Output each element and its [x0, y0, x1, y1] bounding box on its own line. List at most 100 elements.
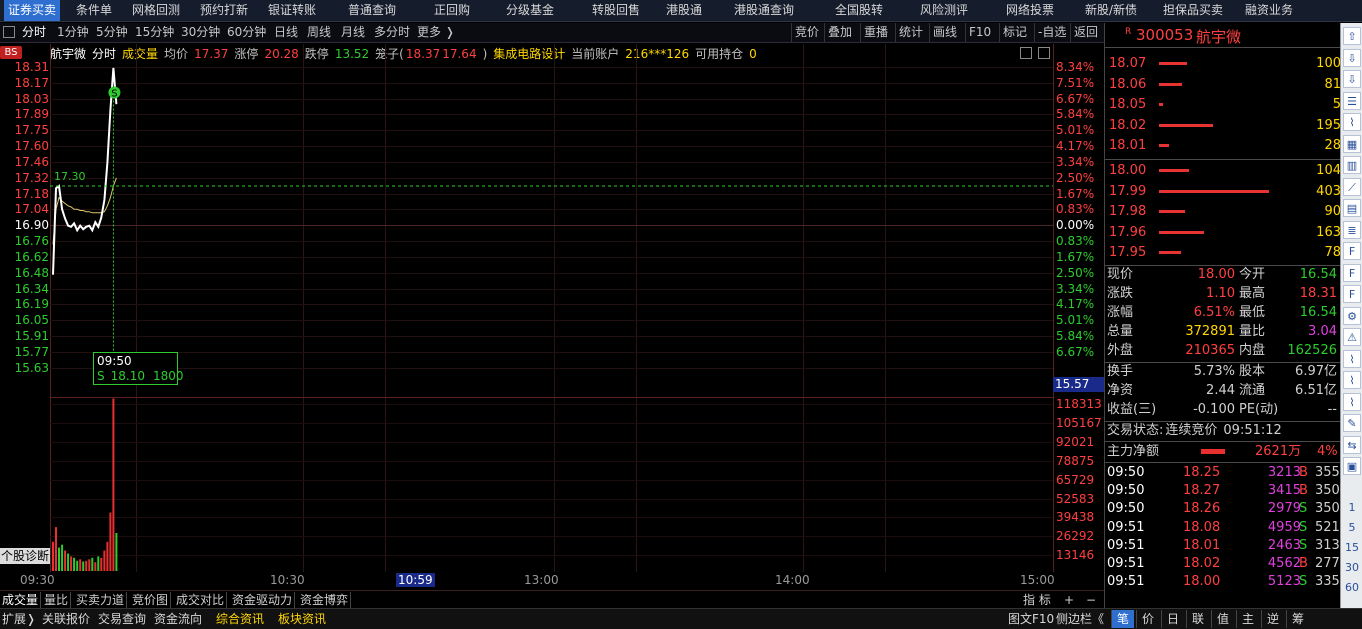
- panel-tab-1[interactable]: 关联报价: [40, 610, 92, 628]
- indicator-tab-4[interactable]: 成交对比: [174, 592, 228, 608]
- up-arrow-icon[interactable]: ⇧: [1343, 27, 1361, 45]
- period-tab-7[interactable]: 周线: [307, 23, 331, 42]
- detail-tab-6[interactable]: 逆: [1261, 610, 1284, 628]
- interval-button[interactable]: 60: [1341, 581, 1362, 594]
- panel-tab-5[interactable]: 板块资讯: [276, 610, 328, 628]
- interval-button[interactable]: 15: [1341, 541, 1362, 554]
- price-tick: 15.91: [14, 329, 49, 344]
- nav-tab-16[interactable]: 融资业务: [1245, 0, 1293, 21]
- panel-toggle-icon[interactable]: [3, 26, 15, 38]
- period-tab-1[interactable]: 1分钟: [57, 23, 89, 42]
- detail-tab-5[interactable]: 主: [1236, 610, 1259, 628]
- period-tab-8[interactable]: 月线: [341, 23, 365, 42]
- interval-button[interactable]: 30: [1341, 561, 1362, 574]
- nav-tab-15[interactable]: 担保品买卖: [1163, 0, 1223, 21]
- line-icon[interactable]: ⟋: [1343, 177, 1361, 196]
- report-icon[interactable]: ≣: [1343, 220, 1361, 239]
- nav-tab-2[interactable]: 网格回测: [132, 0, 180, 21]
- tool-button-8[interactable]: 返回: [1070, 23, 1101, 42]
- indicator-control-0[interactable]: 指 标: [1021, 592, 1053, 608]
- quote-key: 今开: [1239, 267, 1266, 282]
- nav-tab-0[interactable]: 证券买卖: [4, 0, 61, 21]
- interval-button[interactable]: 1: [1341, 501, 1362, 514]
- detail-tab-0[interactable]: 笔: [1111, 610, 1135, 628]
- panel-tab-0[interactable]: 扩展❭: [0, 610, 38, 628]
- chart4-icon[interactable]: ⌇: [1343, 392, 1361, 411]
- period-tab-5[interactable]: 60分钟: [227, 23, 266, 42]
- tool-button-6[interactable]: 标记: [999, 23, 1030, 42]
- nav-tab-9[interactable]: 港股通: [666, 0, 702, 21]
- intraday-chart[interactable]: S: [50, 64, 1053, 572]
- detail-tab-4[interactable]: 值: [1211, 610, 1234, 628]
- grid-icon[interactable]: ▦: [1343, 134, 1361, 153]
- info-up: 20.28: [264, 47, 299, 61]
- panel-tab-2[interactable]: 交易查询: [96, 610, 148, 628]
- indicator-control-1[interactable]: +: [1062, 592, 1076, 608]
- tool-button-7[interactable]: -自选: [1034, 23, 1069, 42]
- n1-icon[interactable]: ▣: [1343, 457, 1361, 475]
- nav-tab-12[interactable]: 风险测评: [920, 0, 968, 21]
- period-tab-9[interactable]: 多分时: [374, 23, 410, 42]
- stock-diagnosis-button[interactable]: 个股诊断: [0, 548, 50, 564]
- period-tab-4[interactable]: 30分钟: [181, 23, 220, 42]
- tool-button-4[interactable]: 画线: [929, 23, 960, 42]
- nav-tab-4[interactable]: 银证转账: [268, 0, 316, 21]
- f8-icon[interactable]: F: [1343, 285, 1361, 303]
- tool-button-0[interactable]: 竞价: [791, 23, 822, 42]
- panel-tab-7[interactable]: 侧边栏《: [1054, 610, 1106, 628]
- candle-icon[interactable]: ▥: [1343, 156, 1361, 174]
- nav-tab-6[interactable]: 正回购: [434, 0, 470, 21]
- nav-tab-1[interactable]: 条件单: [76, 0, 112, 21]
- detail-tab-1[interactable]: 价: [1136, 610, 1159, 628]
- indicator-control-2[interactable]: −: [1084, 592, 1098, 608]
- period-tab-10[interactable]: 更多 ❭: [417, 23, 455, 42]
- close-icon[interactable]: [1038, 47, 1050, 59]
- chart2-icon[interactable]: ⌇: [1343, 349, 1361, 368]
- interval-button[interactable]: 5: [1341, 521, 1362, 534]
- nav-tab-11[interactable]: 全国股转: [835, 0, 883, 21]
- edit-icon[interactable]: ✎: [1343, 414, 1361, 432]
- tool-button-3[interactable]: 统计: [895, 23, 926, 42]
- trade-time: 09:51: [1107, 556, 1145, 571]
- tool-button-2[interactable]: 重播: [860, 23, 891, 42]
- panel-tab-3[interactable]: 资金流向: [152, 610, 204, 628]
- panel-tab-4[interactable]: 综合资讯: [214, 610, 266, 628]
- gear-icon[interactable]: ⚙: [1343, 306, 1361, 325]
- chart3-icon[interactable]: ⌇: [1343, 371, 1361, 389]
- link-icon[interactable]: ⇆: [1343, 435, 1361, 454]
- period-tab-2[interactable]: 5分钟: [96, 23, 128, 42]
- nav-tab-14[interactable]: 新股/新债: [1085, 0, 1137, 21]
- nav-tab-5[interactable]: 普通查询: [348, 0, 396, 21]
- pct-tick: 1.67%: [1056, 186, 1095, 201]
- detail-tab-3[interactable]: 联: [1186, 610, 1209, 628]
- detail-tab-7[interactable]: 筹: [1286, 610, 1309, 628]
- down-arrow-icon[interactable]: ⇩: [1343, 48, 1361, 67]
- tool-button-1[interactable]: 叠加: [824, 23, 855, 42]
- indicator-tab-2[interactable]: 买卖力道: [74, 592, 128, 608]
- indicator-tab-3[interactable]: 竞价图: [130, 592, 172, 608]
- indicator-tab-6[interactable]: 资金博弈: [298, 592, 352, 608]
- nav-tab-8[interactable]: 转股回售: [592, 0, 640, 21]
- period-tab-6[interactable]: 日线: [274, 23, 298, 42]
- chart-icon[interactable]: ⌇: [1343, 113, 1361, 131]
- nav-tab-13[interactable]: 网络投票: [1006, 0, 1054, 21]
- nav-tab-3[interactable]: 预约打新: [200, 0, 248, 21]
- detail-tab-2[interactable]: 日: [1161, 610, 1184, 628]
- indicator-tab-5[interactable]: 资金驱动力: [230, 592, 296, 608]
- tool-button-5[interactable]: F10: [965, 23, 994, 42]
- alert-icon[interactable]: ⚠: [1343, 328, 1361, 346]
- nav-tab-7[interactable]: 分级基金: [506, 0, 554, 21]
- list-icon[interactable]: ☰: [1343, 91, 1361, 110]
- nav-tab-10[interactable]: 港股通查询: [734, 0, 794, 21]
- indicator-tab-0[interactable]: 成交量: [0, 592, 42, 608]
- f10-icon[interactable]: F: [1343, 242, 1361, 260]
- down-arrow-icon[interactable]: ⇩: [1343, 70, 1361, 88]
- period-tab-0[interactable]: 分时: [22, 23, 46, 42]
- panel-tab-6[interactable]: 图文F10: [1006, 610, 1056, 628]
- f9-icon[interactable]: F: [1343, 263, 1361, 282]
- table-icon[interactable]: ▤: [1343, 199, 1361, 217]
- settings-icon[interactable]: [1020, 47, 1032, 59]
- indicator-tab-1[interactable]: 量比: [42, 592, 72, 608]
- period-tab-3[interactable]: 15分钟: [135, 23, 174, 42]
- trade-price: 18.27: [1183, 483, 1221, 499]
